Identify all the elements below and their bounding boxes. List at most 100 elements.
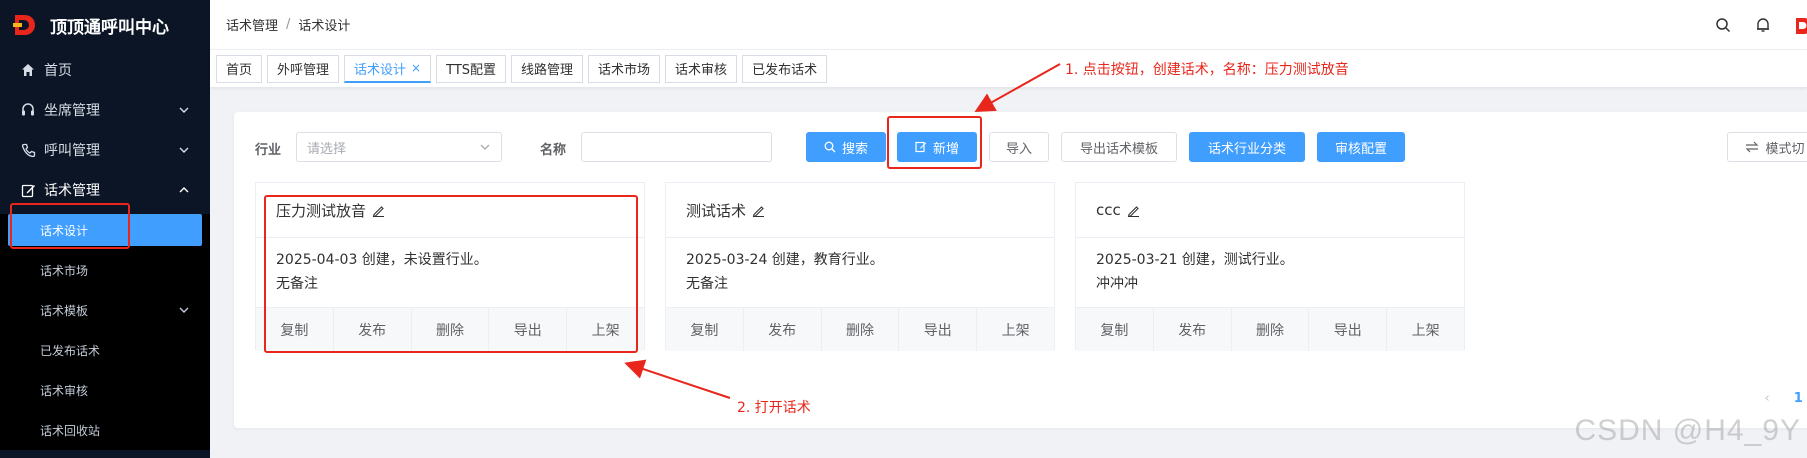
script-card[interactable]: ccc 2025-03-21 创建，测试行业。 冲冲冲 复制 发布 删除 导出 … <box>1075 182 1465 351</box>
export-template-button[interactable]: 导出话术模板 <box>1061 132 1177 162</box>
copy-button[interactable]: 复制 <box>1076 308 1154 351</box>
sidebar-subitem-label: 话术市场 <box>40 263 89 278</box>
industry-category-button[interactable]: 话术行业分类 <box>1189 132 1305 162</box>
script-card-actions: 复制 发布 删除 导出 上架 <box>666 307 1054 351</box>
tags-view-bar: 首页 外呼管理 话术设计 × TTS配置 线路管理 话术市场 话术审核 已发布话… <box>210 50 1807 88</box>
breadcrumb-current: 话术设计 <box>298 19 351 34</box>
publish-button[interactable]: 发布 <box>744 308 822 351</box>
breadcrumb-parent[interactable]: 话术管理 <box>226 15 278 34</box>
industry-select-placeholder: 请选择 <box>307 141 347 157</box>
chevron-down-icon <box>179 107 189 113</box>
switch-icon <box>1745 141 1759 153</box>
watermark: CSDN @H4_9Y <box>1574 414 1801 447</box>
header-icons <box>1713 0 1807 50</box>
tag-review[interactable]: 话术审核 <box>665 54 738 83</box>
search-button-label: 搜索 <box>841 141 868 157</box>
bell-icon[interactable] <box>1753 15 1773 35</box>
script-card-title[interactable]: ccc <box>1096 201 1121 219</box>
annotation-box-add <box>887 116 982 169</box>
close-icon[interactable]: × <box>411 61 421 75</box>
tag-published[interactable]: 已发布话术 <box>742 54 828 83</box>
breadcrumb-separator: / <box>286 17 291 32</box>
script-card-header: 测试话术 <box>666 183 1054 238</box>
chevron-down-icon <box>480 144 490 150</box>
tag-line[interactable]: 线路管理 <box>511 54 584 83</box>
script-card-remark: 无备注 <box>686 276 728 292</box>
pencil-icon[interactable] <box>1127 204 1140 217</box>
sidebar-subitem-label: 话术审核 <box>40 383 89 398</box>
tag-market[interactable]: 话术市场 <box>588 54 661 83</box>
prev-page-button[interactable]: ‹ <box>1765 391 1770 406</box>
script-card-actions: 复制 发布 删除 导出 上架 <box>1076 307 1464 351</box>
filter-row: 行业 请选择 名称 搜索 新增 导入 导出话术模板 话术行业分类 审核配置 模式… <box>234 112 1807 184</box>
tag-outbound[interactable]: 外呼管理 <box>267 54 340 83</box>
logo-row: 顶顶通呼叫中心 <box>0 0 210 50</box>
tag-label: 话术设计 <box>354 62 407 78</box>
sidebar-item-home[interactable]: 首页 <box>0 50 210 90</box>
delete-button[interactable]: 删除 <box>1232 308 1310 351</box>
script-card-header: ccc <box>1076 183 1464 238</box>
sidebar-item-agent[interactable]: 坐席管理 <box>0 90 210 130</box>
sidebar-subitem-label: 话术回收站 <box>40 423 101 438</box>
sidebar-subitem-published[interactable]: 已发布话术 <box>0 330 210 370</box>
annotation-step1: 1. 点击按钮，创建话术，名称：压力测试放音 <box>1065 62 1349 78</box>
breadcrumb: 话术管理 / 话术设计 <box>226 15 350 34</box>
industry-label: 行业 <box>255 143 282 158</box>
search-icon <box>824 141 836 153</box>
sidebar-item-call[interactable]: 呼叫管理 <box>0 130 210 170</box>
avatar-icon[interactable] <box>1793 15 1807 35</box>
industry-select[interactable]: 请选择 <box>296 132 502 162</box>
export-button[interactable]: 导出 <box>1309 308 1388 351</box>
script-card-title[interactable]: 测试话术 <box>686 200 746 221</box>
annotation-step2: 2. 打开话术 <box>737 400 811 416</box>
script-card-remark: 冲冲冲 <box>1096 276 1138 292</box>
list-button[interactable]: 上架 <box>1387 308 1464 351</box>
sidebar-submenu: 话术设计 话术市场 话术模板 已发布话术 话术审核 话术回收站 <box>0 214 210 450</box>
headset-icon <box>20 102 36 118</box>
sidebar-subitem-script-template[interactable]: 话术模板 <box>0 290 210 330</box>
mode-switch-button[interactable]: 模式切 <box>1727 132 1807 162</box>
import-button[interactable]: 导入 <box>989 132 1049 162</box>
sidebar-item-label: 话术管理 <box>44 183 100 199</box>
top-header: 话术管理 / 话术设计 <box>210 0 1807 50</box>
sidebar-subitem-script-market[interactable]: 话术市场 <box>0 250 210 290</box>
list-button[interactable]: 上架 <box>977 308 1054 351</box>
publish-button[interactable]: 发布 <box>1154 308 1232 351</box>
script-card-meta: 2025-03-24 创建，教育行业。 <box>686 252 884 268</box>
tag-script-design[interactable]: 话术设计 × <box>344 54 432 83</box>
sidebar-item-label: 首页 <box>44 63 72 79</box>
search-icon[interactable] <box>1713 15 1733 35</box>
current-page[interactable]: 1 <box>1794 391 1803 406</box>
annotation-box-sidebar <box>10 203 130 249</box>
dingding-logo-icon <box>13 15 35 35</box>
copy-button[interactable]: 复制 <box>666 308 744 351</box>
mode-switch-label: 模式切 <box>1765 141 1805 157</box>
tag-home[interactable]: 首页 <box>216 54 263 83</box>
name-label: 名称 <box>540 143 567 158</box>
sidebar-subitem-label: 话术模板 <box>40 303 89 318</box>
sidebar-subitem-label: 已发布话术 <box>40 343 101 358</box>
sidebar-item-label: 坐席管理 <box>44 103 100 119</box>
pagination: ‹ 1 › <box>1753 391 1807 406</box>
app-title: 顶顶通呼叫中心 <box>50 17 169 38</box>
script-card-body: 2025-03-24 创建，教育行业。 无备注 <box>666 238 1054 307</box>
script-card-body: 2025-03-21 创建，测试行业。 冲冲冲 <box>1076 238 1464 307</box>
home-icon <box>20 62 36 78</box>
pencil-icon[interactable] <box>752 204 765 217</box>
search-button[interactable]: 搜索 <box>806 132 886 162</box>
script-card[interactable]: 测试话术 2025-03-24 创建，教育行业。 无备注 复制 发布 删除 导出… <box>665 182 1055 351</box>
edit-icon <box>20 182 36 198</box>
annotation-box-card <box>264 195 638 353</box>
sidebar-item-label: 呼叫管理 <box>44 143 100 159</box>
export-button[interactable]: 导出 <box>899 308 978 351</box>
tag-tts[interactable]: TTS配置 <box>436 54 507 83</box>
sidebar-subitem-review[interactable]: 话术审核 <box>0 370 210 410</box>
phone-icon <box>20 142 36 158</box>
chevron-down-icon <box>179 307 189 313</box>
chevron-down-icon <box>179 147 189 153</box>
review-config-button[interactable]: 审核配置 <box>1317 132 1405 162</box>
script-card-meta: 2025-03-21 创建，测试行业。 <box>1096 252 1294 268</box>
sidebar-subitem-recycle[interactable]: 话术回收站 <box>0 410 210 450</box>
delete-button[interactable]: 删除 <box>822 308 900 351</box>
name-input[interactable] <box>581 132 772 162</box>
